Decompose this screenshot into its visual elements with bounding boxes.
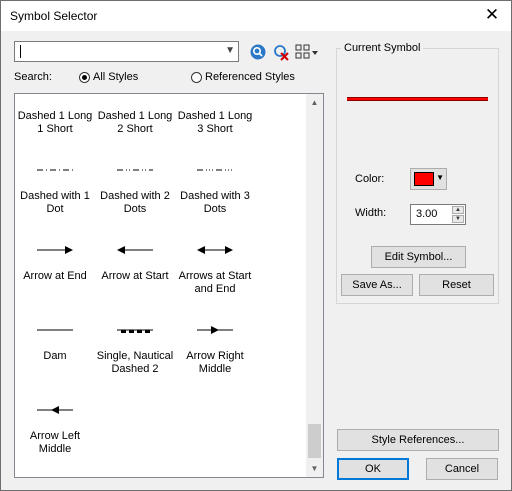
symbol-label: Dashed 1 Long 3 Short	[177, 110, 253, 135]
symbol-item[interactable]: Dashed with 2 Dots	[95, 162, 175, 222]
symbol-item[interactable]: Arrow at End	[15, 242, 95, 302]
symbol-item[interactable]: Dashed 1 Long 1 Short	[15, 94, 95, 142]
radio-referenced-styles[interactable]: Referenced Styles	[191, 71, 295, 83]
line-symbol-swatch	[175, 162, 255, 178]
search-combobox[interactable]: ▼	[14, 41, 239, 62]
scrollbar-thumb[interactable]	[308, 424, 321, 458]
save-as-button[interactable]: Save As...	[341, 274, 413, 296]
line-symbol-swatch	[15, 94, 95, 98]
symbol-item[interactable]: Dashed with 3 Dots	[175, 162, 255, 222]
window-title: Symbol Selector	[10, 9, 98, 23]
line-symbol-swatch	[15, 162, 95, 178]
symbol-label: Arrows at Start and End	[178, 270, 252, 295]
cancel-button[interactable]: Cancel	[426, 458, 498, 480]
symbol-item[interactable]: Arrow Left Middle	[15, 402, 95, 462]
symbol-item[interactable]: Dashed with 1 Dot	[15, 162, 95, 222]
symbol-item[interactable]: Arrow Right Middle	[175, 322, 255, 382]
chevron-down-icon[interactable]: ▼	[225, 45, 235, 56]
decrement-icon[interactable]: ▼	[452, 215, 464, 223]
symbol-preview	[347, 97, 488, 101]
line-symbol-swatch	[15, 322, 95, 338]
symbol-selector-dialog: Symbol Selector ✕ ▼ Search: All Styles R…	[0, 0, 512, 491]
radio-all-styles-label: All Styles	[93, 71, 139, 83]
radio-referenced-styles-label: Referenced Styles	[205, 71, 295, 83]
symbol-label: Dashed 1 Long 2 Short	[97, 110, 173, 135]
symbol-item[interactable]: Single, Nautical Dashed 2	[95, 322, 175, 382]
symbol-label: Dashed 1 Long 1 Short	[17, 110, 93, 135]
line-symbol-swatch	[175, 322, 255, 338]
symbol-item[interactable]: Dashed 1 Long 2 Short	[95, 94, 175, 142]
view-options-icon[interactable]	[295, 43, 319, 61]
line-symbol-swatch	[15, 242, 95, 258]
radio-all-styles[interactable]: All Styles	[79, 71, 138, 83]
radio-selected-icon	[79, 71, 90, 83]
symbol-label: Dashed with 2 Dots	[100, 190, 170, 215]
color-label: Color:	[355, 173, 385, 185]
search-icon[interactable]	[249, 43, 267, 61]
scroll-up-icon[interactable]: ▲	[306, 94, 323, 111]
scroll-down-icon[interactable]: ▼	[306, 460, 323, 477]
line-symbol-swatch	[95, 94, 175, 98]
line-symbol-swatch	[175, 242, 255, 258]
reset-button[interactable]: Reset	[419, 274, 494, 296]
symbol-label: Arrow Left Middle	[29, 430, 81, 455]
symbol-label: Arrow Right Middle	[186, 350, 244, 375]
line-symbol-swatch	[95, 322, 175, 338]
line-symbol-swatch	[175, 94, 255, 98]
symbol-label: Dashed with 1 Dot	[20, 190, 90, 215]
line-symbol-swatch	[95, 162, 175, 178]
close-icon[interactable]: ✕	[481, 4, 503, 26]
color-picker-button[interactable]: ▼	[410, 168, 447, 190]
width-label: Width:	[355, 207, 387, 219]
search-label: Search:	[14, 71, 52, 83]
title-bar: Symbol Selector ✕	[1, 1, 511, 31]
vertical-scrollbar[interactable]: ▲ ▼	[306, 94, 323, 477]
symbol-label: Arrow at End	[23, 270, 87, 282]
symbol-label: Arrow at Start	[101, 270, 169, 282]
symbol-label: Dashed with 3 Dots	[180, 190, 250, 215]
edit-symbol-button[interactable]: Edit Symbol...	[371, 246, 466, 268]
line-symbol-swatch	[95, 242, 175, 258]
symbol-list[interactable]: Dashed 1 Long 1 Short Dashed 1 Long 2 Sho…	[14, 93, 324, 478]
symbol-item[interactable]: Dashed 1 Long 3 Short	[175, 94, 255, 142]
chevron-down-icon: ▼	[436, 173, 444, 182]
symbol-item[interactable]: Dam	[15, 322, 95, 382]
color-swatch	[414, 172, 434, 186]
symbol-label: Single, Nautical Dashed 2	[96, 350, 174, 375]
symbol-item[interactable]: Arrow at Start	[95, 242, 175, 302]
style-references-button[interactable]: Style References...	[337, 429, 499, 451]
width-value: 3.00	[416, 208, 438, 220]
symbol-label: Dam	[43, 350, 67, 362]
text-cursor	[20, 45, 21, 58]
clear-search-icon[interactable]	[272, 43, 290, 61]
line-symbol-swatch	[15, 402, 95, 418]
symbol-item[interactable]: Arrows at Start and End	[175, 242, 255, 302]
increment-icon[interactable]: ▲	[452, 206, 464, 214]
radio-unselected-icon	[191, 71, 202, 83]
current-symbol-title: Current Symbol	[341, 42, 424, 54]
width-spinner[interactable]: 3.00 ▲ ▼	[410, 204, 466, 225]
ok-button[interactable]: OK	[337, 458, 409, 480]
